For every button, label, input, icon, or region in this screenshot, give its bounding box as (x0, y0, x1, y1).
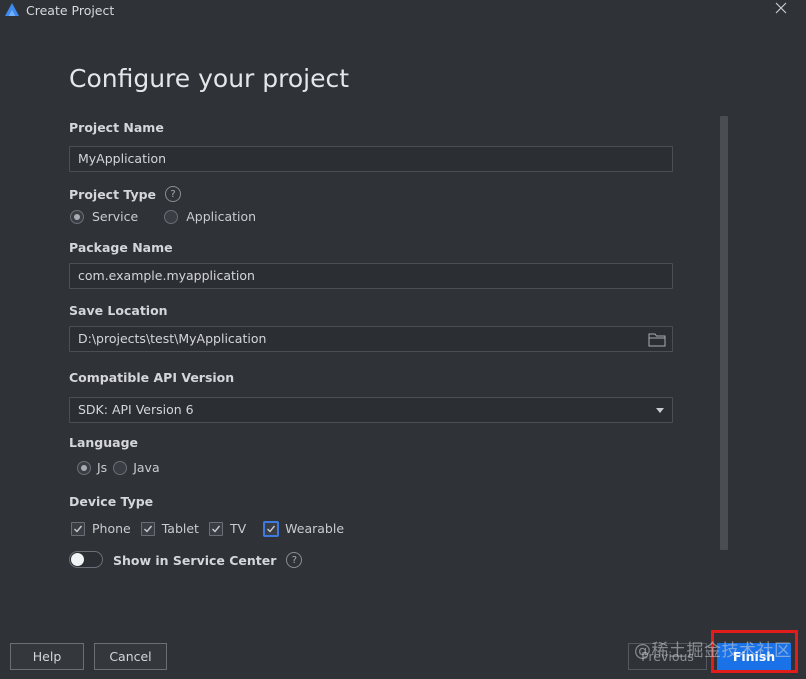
device-option-wearable[interactable]: Wearable (264, 521, 344, 536)
checkbox-checked-icon[interactable] (71, 521, 85, 536)
language-radio-group: Js Java (77, 460, 186, 475)
checkbox-checked-icon[interactable] (264, 521, 279, 536)
service-center-label: Show in Service Center (113, 552, 277, 568)
api-version-value: SDK: API Version 6 (78, 402, 194, 417)
api-version-label: Compatible API Version (69, 370, 235, 385)
package-name-input[interactable]: com.example.myapplication (69, 263, 673, 289)
scrollbar[interactable] (720, 116, 728, 550)
help-button[interactable]: Help (10, 643, 84, 670)
project-name-label: Project Name (69, 120, 164, 135)
radio-label: Js (97, 460, 108, 475)
project-type-help-icon[interactable]: ? (165, 186, 182, 202)
api-version-select[interactable]: SDK: API Version 6 (69, 397, 673, 423)
radio-selected-icon[interactable] (77, 460, 91, 475)
app-logo-icon (5, 3, 19, 16)
radio-label: Java (133, 460, 160, 475)
radio-unselected-icon[interactable] (113, 460, 128, 475)
device-option-tv[interactable]: TV (208, 521, 247, 536)
radio-unselected-icon[interactable] (164, 209, 179, 224)
project-type-label-row: Project Type ? (69, 186, 182, 202)
project-type-label: Project Type (69, 186, 157, 202)
close-icon[interactable] (774, 1, 788, 15)
chevron-down-icon[interactable] (656, 408, 664, 413)
project-type-option-application[interactable]: Application (164, 209, 256, 224)
checkbox-label: Tablet (161, 521, 199, 536)
checkbox-label: Wearable (285, 521, 345, 536)
device-option-tablet[interactable]: Tablet (140, 521, 199, 536)
package-name-label: Package Name (69, 240, 173, 255)
project-name-value: MyApplication (78, 151, 167, 166)
service-center-toggle[interactable] (69, 551, 103, 568)
device-option-phone[interactable]: Phone (71, 521, 131, 536)
checkbox-label: Phone (92, 521, 131, 536)
language-option-js[interactable]: Js (77, 460, 107, 475)
toggle-knob (71, 553, 84, 566)
page-title: Configure your project (69, 64, 350, 93)
device-type-label: Device Type (69, 494, 154, 509)
cancel-button[interactable]: Cancel (94, 643, 167, 670)
checkbox-checked-icon[interactable] (140, 521, 155, 536)
save-location-value: D:\projects\test\MyApplication (78, 331, 267, 346)
language-option-java[interactable]: Java (113, 460, 160, 475)
folder-icon[interactable] (648, 332, 666, 347)
language-label: Language (69, 435, 139, 450)
radio-label: Application (186, 209, 257, 224)
checkbox-checked-icon[interactable] (208, 521, 223, 536)
package-name-value: com.example.myapplication (78, 268, 255, 283)
radio-label: Service (92, 209, 139, 224)
project-type-radio-group: Service Application (70, 209, 282, 224)
project-name-input[interactable]: MyApplication (69, 146, 673, 172)
watermark: @稀土掘金技术社区 (634, 641, 792, 661)
save-location-label: Save Location (69, 303, 168, 318)
radio-selected-icon[interactable] (70, 209, 84, 224)
save-location-input[interactable]: D:\projects\test\MyApplication (69, 326, 673, 352)
window-title: Create Project (26, 3, 115, 18)
service-center-help-icon[interactable]: ? (286, 552, 303, 568)
checkbox-label: TV (229, 521, 247, 536)
service-center-label-row: Show in Service Center ? (113, 552, 303, 568)
device-type-checkbox-group: Phone Tablet TV Wearable (71, 521, 354, 536)
project-type-option-service[interactable]: Service (70, 209, 138, 224)
title-bar: Create Project (0, 0, 806, 22)
